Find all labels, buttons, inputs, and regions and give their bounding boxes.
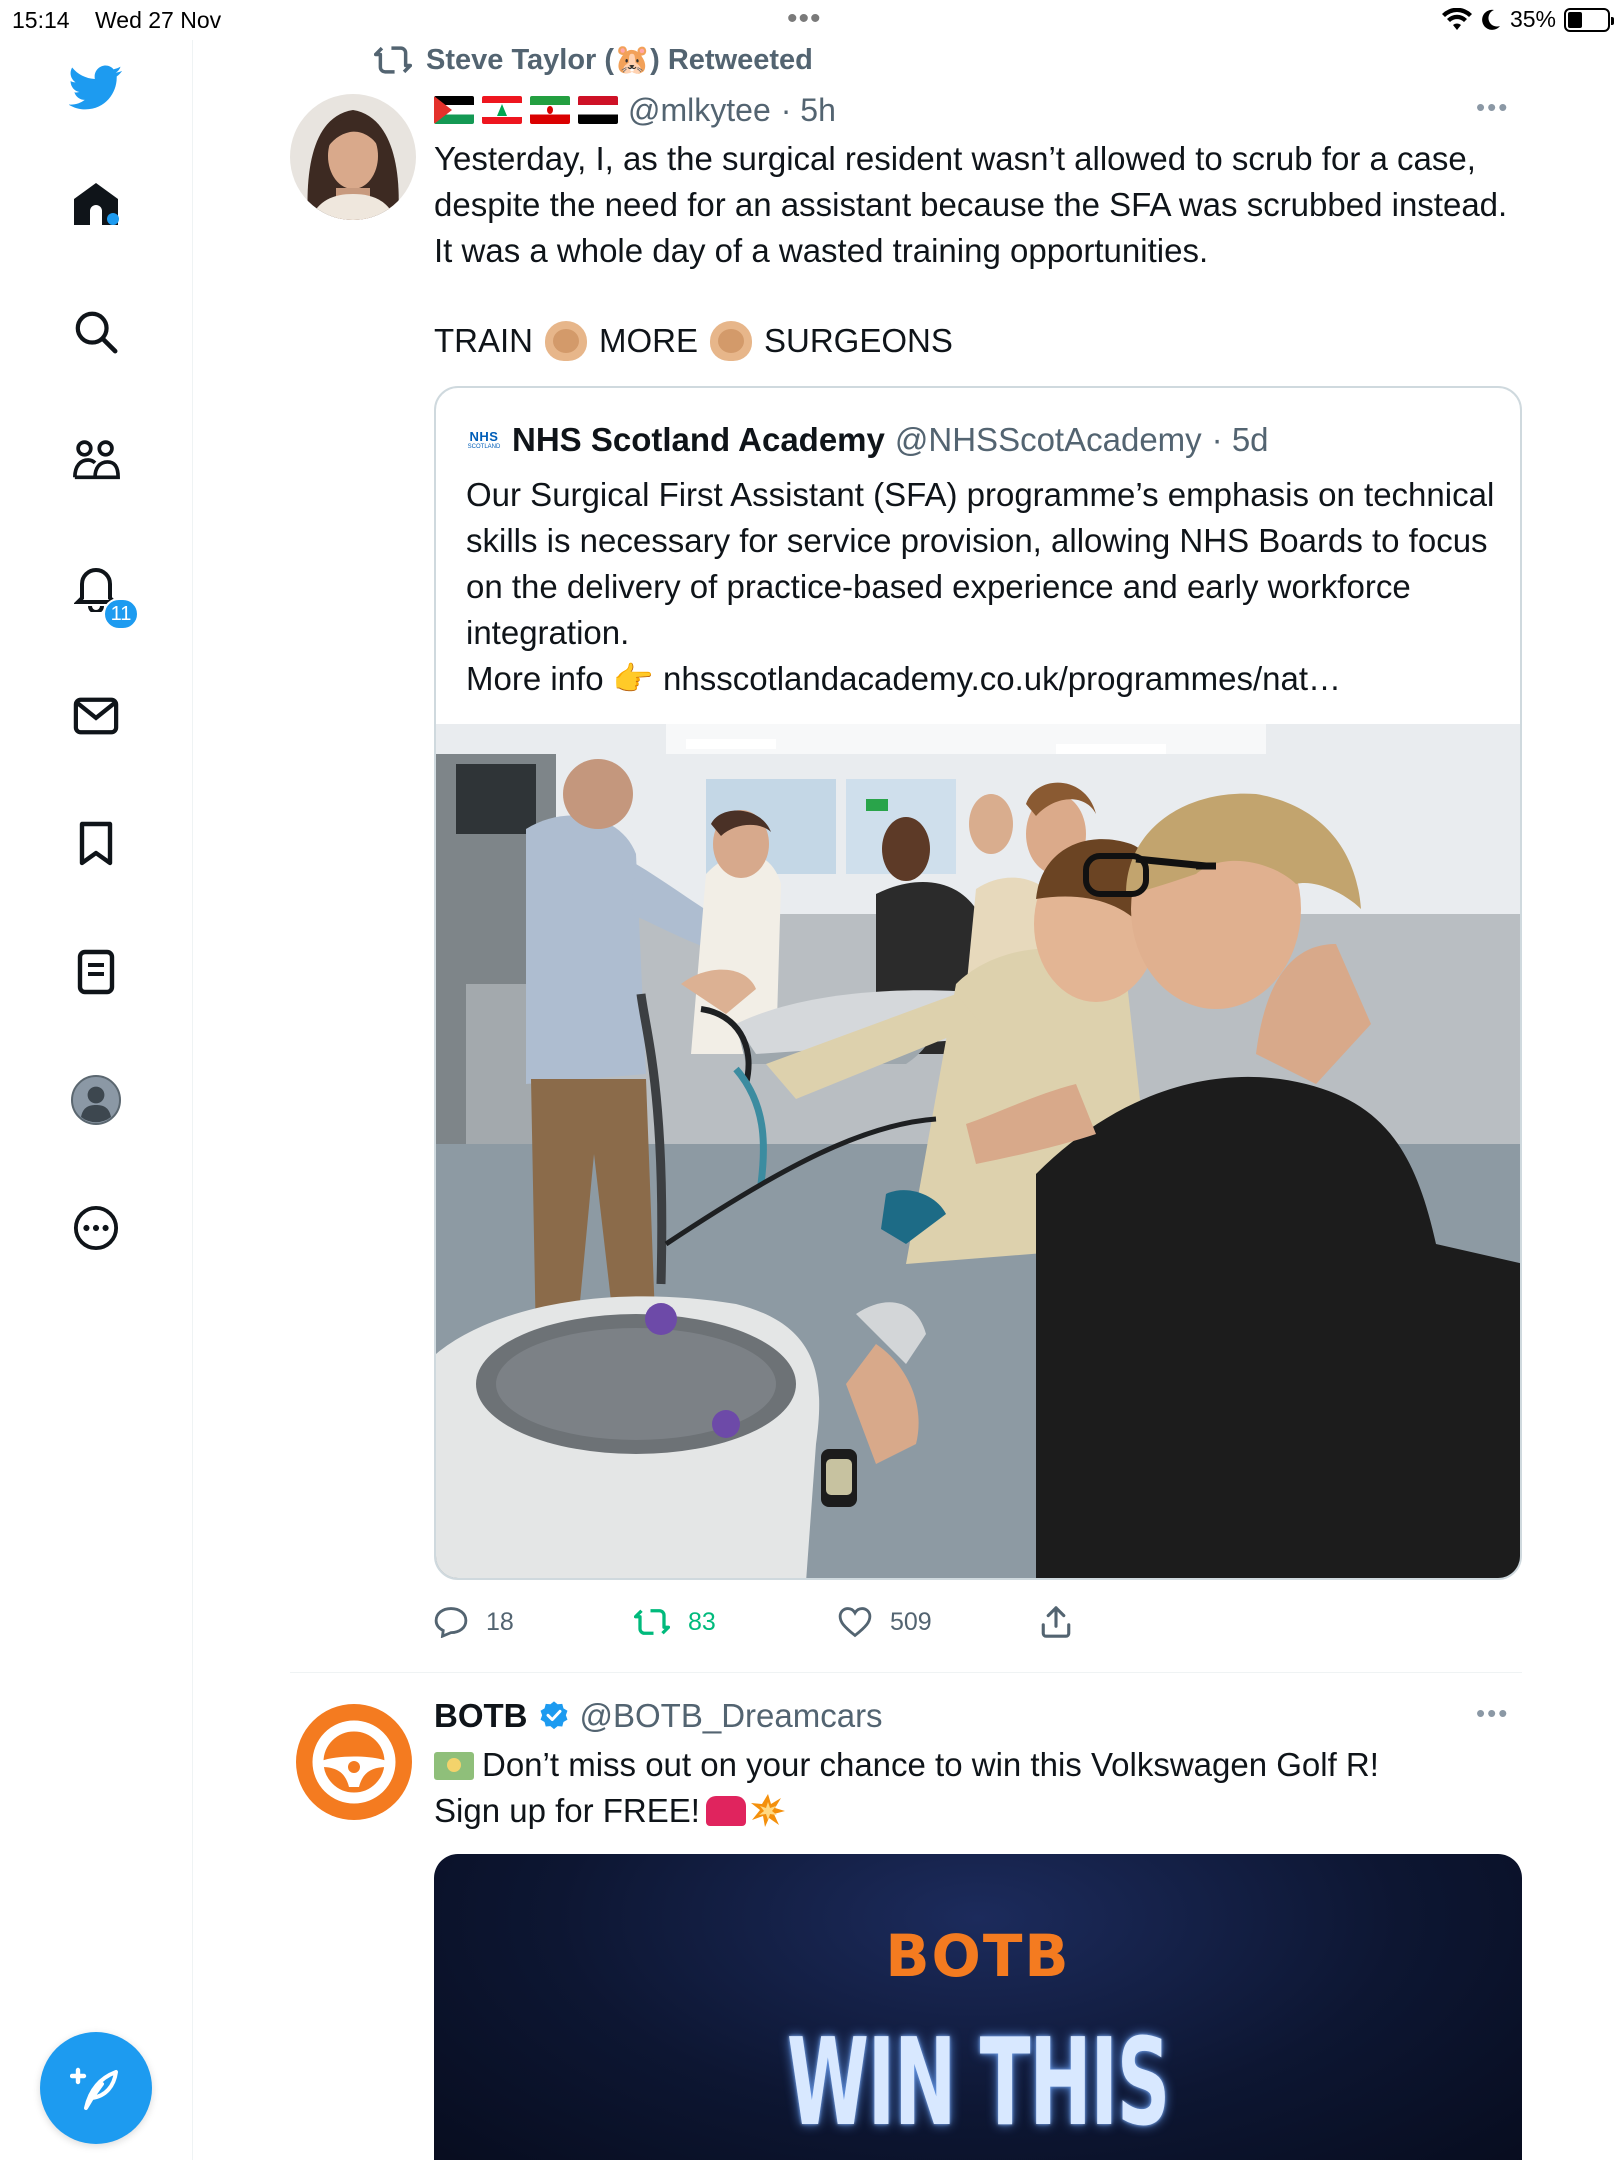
clapping-hands-icon	[710, 321, 752, 361]
shout-word: MORE	[599, 322, 698, 359]
notification-badge: 11	[103, 598, 139, 630]
quoted-tweet-header: NHS SCOTLAND NHS Scotland Academy @NHSSc…	[466, 418, 1269, 462]
nhs-scotland-logo: NHS SCOTLAND	[467, 428, 501, 450]
promo-title: WIN THIS	[786, 2014, 1171, 2153]
botb-avatar[interactable]	[296, 1704, 412, 1820]
status-bar: 15:14 Wed 27 Nov ••• 35%	[0, 0, 1620, 40]
money-emoji-icon	[434, 1752, 474, 1780]
envelope-icon	[73, 697, 119, 735]
car-emoji-icon	[705, 1796, 746, 1826]
tweet-text: Yesterday, I, as the surgical resident w…	[434, 140, 1508, 269]
more-info-label: More info 👉	[466, 660, 654, 697]
retweet-count: 83	[688, 1607, 716, 1636]
more-circle-icon	[73, 1205, 119, 1251]
retweet-icon	[374, 46, 412, 74]
retweeted-by-label: Steve Taylor (🐹) Retweeted	[426, 44, 813, 76]
sidebar-item-messages[interactable]	[68, 688, 124, 744]
list-icon	[77, 949, 115, 995]
sidebar-item-explore[interactable]	[68, 304, 124, 360]
battery-percent: 35%	[1509, 6, 1556, 32]
tweet-time[interactable]: · 5h	[781, 92, 836, 129]
share-icon	[1041, 1606, 1071, 1638]
multitasking-dots-icon[interactable]: •••	[787, 2, 822, 36]
quoted-tweet-link[interactable]: nhsscotlandacademy.co.uk/programmes/nat…	[663, 660, 1341, 697]
tweet-text-line-2: Sign up for FREE!	[434, 1792, 700, 1829]
verified-badge-icon	[540, 1701, 567, 1730]
bookmark-icon	[79, 821, 113, 866]
like-button[interactable]: 509	[838, 1598, 932, 1646]
retweet-button[interactable]: 83	[634, 1598, 716, 1646]
author-handle[interactable]: @BOTB_Dreamcars	[580, 1697, 883, 1735]
sidebar-nav: 11	[0, 40, 193, 2160]
profile-avatar-icon	[71, 1075, 121, 1125]
sidebar-item-profile[interactable]	[68, 1072, 124, 1128]
sidebar-item-more[interactable]	[68, 1200, 124, 1256]
clapping-hands-icon	[545, 321, 587, 361]
status-right: 35%	[1441, 6, 1614, 33]
quoted-author-name[interactable]: NHS Scotland Academy	[512, 421, 885, 459]
sidebar-item-lists[interactable]	[68, 944, 124, 1000]
compose-feather-icon	[70, 2067, 118, 2110]
tweet-shout-line: TRAIN MORE SURGEONS	[434, 318, 953, 364]
author-avatar[interactable]	[290, 94, 416, 220]
compose-tweet-button[interactable]	[40, 2032, 152, 2144]
promo-logo: BOTB	[885, 1922, 1071, 1990]
quoted-tweet-body: Our Surgical First Assistant (SFA) progr…	[466, 476, 1495, 651]
retweet-context[interactable]: Steve Taylor (🐹) Retweeted	[374, 40, 813, 80]
twitter-logo-icon[interactable]	[68, 60, 124, 116]
reply-count: 18	[486, 1607, 514, 1636]
yemen-flag-icon	[578, 96, 618, 124]
author-name[interactable]: BOTB	[434, 1697, 528, 1735]
promo-image[interactable]: BOTB WIN THIS	[434, 1854, 1522, 2160]
like-count: 509	[890, 1607, 932, 1636]
battery-icon	[1564, 7, 1614, 32]
tweet-more-options-icon[interactable]: •••	[1476, 92, 1509, 123]
quoted-tweet-card[interactable]: NHS SCOTLAND NHS Scotland Academy @NHSSc…	[434, 386, 1522, 1580]
status-time: 15:14	[12, 7, 70, 33]
collision-emoji-icon	[750, 1794, 785, 1827]
do-not-disturb-moon-icon	[1482, 9, 1500, 30]
steering-wheel-icon	[312, 1720, 396, 1804]
shout-word: SURGEONS	[764, 322, 953, 359]
tweet-text-line-1: Don’t miss out on your chance to win thi…	[482, 1746, 1379, 1783]
tweet-header: @mlkytee · 5h	[434, 88, 836, 132]
reply-button[interactable]: 18	[434, 1598, 514, 1646]
sidebar-item-bookmarks[interactable]	[68, 816, 124, 872]
quoted-tweet-photo[interactable]	[436, 724, 1520, 1578]
palestine-flag-icon	[434, 96, 474, 124]
lebanon-flag-icon	[482, 96, 522, 124]
home-unread-dot	[107, 213, 119, 225]
author-handle[interactable]: @mlkytee	[628, 92, 771, 129]
share-button[interactable]	[1040, 1598, 1072, 1646]
retweet-icon	[634, 1609, 670, 1635]
tweet-divider	[290, 1672, 1522, 1673]
tweet-header: BOTB @BOTB_Dreamcars	[434, 1694, 883, 1738]
quoted-author-handle[interactable]: @NHSScotAcademy	[895, 421, 1202, 459]
shout-word: TRAIN	[434, 322, 533, 359]
quoted-tweet-time: · 5d	[1211, 421, 1269, 458]
quoted-tweet-text: Our Surgical First Assistant (SFA) progr…	[466, 472, 1496, 702]
reply-icon	[434, 1607, 468, 1638]
tweet-more-options-icon[interactable]: •••	[1476, 1698, 1509, 1729]
tweet-text: Don’t miss out on your chance to win thi…	[434, 1742, 1534, 1834]
wifi-icon	[1441, 7, 1472, 30]
status-date: Wed 27 Nov	[95, 7, 222, 33]
communities-icon	[73, 440, 120, 480]
sidebar-item-communities[interactable]	[68, 432, 124, 488]
heart-icon	[838, 1607, 872, 1638]
display-name-flags[interactable]	[434, 96, 618, 124]
iran-flag-icon	[530, 96, 570, 124]
search-icon	[75, 311, 118, 354]
